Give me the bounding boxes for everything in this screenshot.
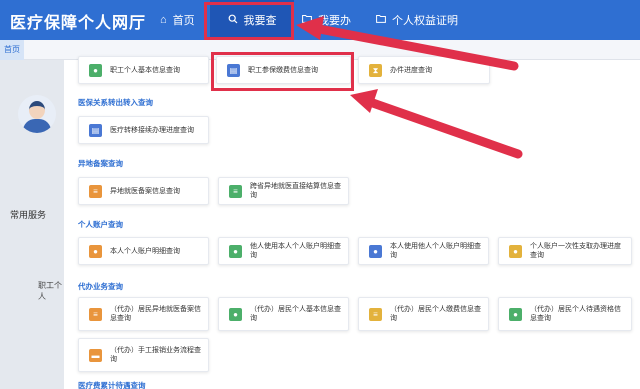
- annotation-arrows: [296, 16, 523, 159]
- annotation-arrow: [365, 97, 523, 159]
- annotation-arrow: [309, 23, 519, 71]
- annotation-arrow-head: [350, 89, 378, 113]
- annotation-arrow-head: [296, 16, 324, 40]
